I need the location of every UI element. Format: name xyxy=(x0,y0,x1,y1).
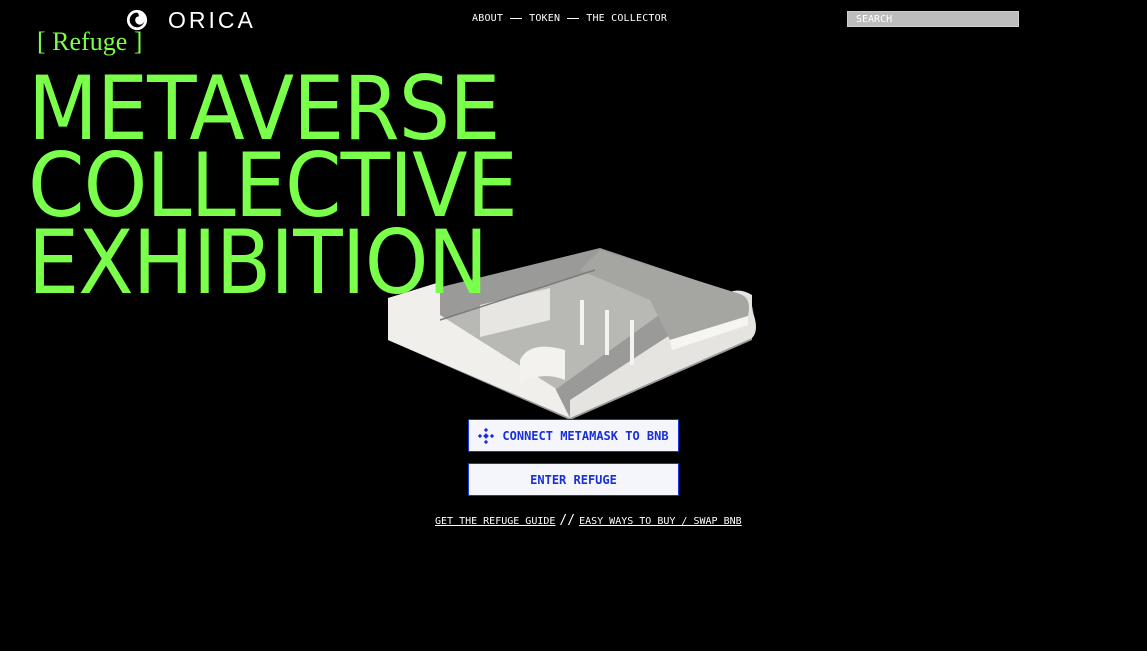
nav-item-token[interactable]: TOKEN xyxy=(529,13,560,24)
buy-bnb-link[interactable]: EASY WAYS TO BUY / SWAP BNB xyxy=(579,516,742,527)
nav-divider xyxy=(567,18,580,19)
enter-refuge-label: ENTER REFUGE xyxy=(530,472,617,487)
search-input[interactable] xyxy=(847,11,1019,27)
links-separator: // xyxy=(559,513,576,528)
brand-logo[interactable]: ORICA xyxy=(126,8,256,32)
connect-metamask-button[interactable]: CONNECT METAMASK TO BNB xyxy=(468,419,679,452)
bnb-icon xyxy=(478,427,495,444)
main-nav: ABOUT TOKEN THE COLLECTOR xyxy=(472,13,667,24)
nav-divider xyxy=(510,18,523,19)
refuge-tag: [ Refuge ] xyxy=(37,27,143,56)
hero-headline: METAVERSE COLLECTIVE EXHIBITION xyxy=(28,65,559,314)
nav-item-the-collector[interactable]: THE COLLECTOR xyxy=(586,13,667,24)
nav-item-about[interactable]: ABOUT xyxy=(472,13,503,24)
refuge-guide-link[interactable]: GET THE REFUGE GUIDE xyxy=(435,516,555,527)
brand-name: ORICA xyxy=(168,7,256,33)
enter-refuge-button[interactable]: ENTER REFUGE xyxy=(468,463,679,496)
headline-line-3: EXHIBITION xyxy=(28,211,488,314)
top-bar: ORICA ABOUT TOKEN THE COLLECTOR xyxy=(0,0,1147,38)
connect-metamask-label: CONNECT METAMASK TO BNB xyxy=(502,428,669,443)
